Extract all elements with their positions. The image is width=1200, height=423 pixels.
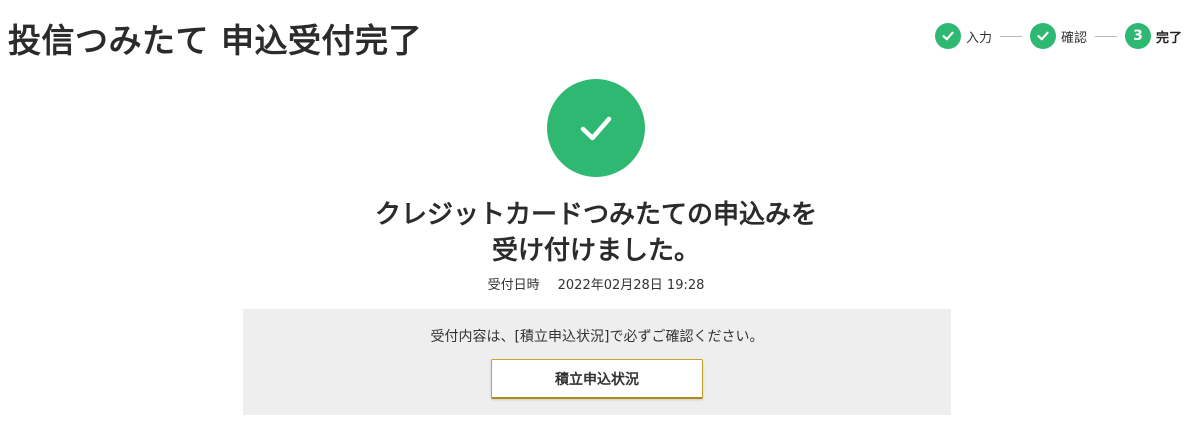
savings-application-status-button[interactable]: 積立申込状況 xyxy=(491,359,703,399)
step-confirm-check-icon xyxy=(1029,23,1056,49)
step-connector xyxy=(999,35,1022,37)
step-complete-number: 3 xyxy=(1133,28,1143,44)
step-input-check-icon xyxy=(934,23,961,49)
step-input-label: 入力 xyxy=(965,30,992,46)
page: 投信つみたて 申込受付完了 入力 確認 3 完了 クレジットカードつみたての申込… xyxy=(0,0,1200,423)
confirmation-notice-box: 受付内容は、[積立申込状況]で必ずご確認ください。 積立申込状況 xyxy=(243,309,951,415)
step-complete-label: 完了 xyxy=(1155,30,1182,46)
step-confirm-label: 確認 xyxy=(1060,30,1087,46)
confirmation-notice-text: 受付内容は、[積立申込状況]で必ずご確認ください。 xyxy=(430,329,764,345)
step-complete: 3 完了 xyxy=(1124,23,1182,49)
step-input: 入力 xyxy=(934,23,992,49)
step-confirm: 確認 xyxy=(1029,23,1087,49)
accepted-datetime: 受付日時 2022年02月28日 19:28 xyxy=(0,274,1192,293)
progress-stepper: 入力 確認 3 完了 xyxy=(934,23,1182,49)
accepted-datetime-label: 受付日時 xyxy=(487,278,540,293)
step-connector xyxy=(1094,35,1117,37)
completion-message-line2: 受け付けました。 xyxy=(491,236,700,266)
page-title: 投信つみたて 申込受付完了 xyxy=(8,21,422,60)
completion-message-line1: クレジットカードつみたての申込みを xyxy=(374,200,817,230)
step-complete-number-badge: 3 xyxy=(1124,23,1151,49)
success-check-icon xyxy=(547,79,645,177)
completion-message: クレジットカードつみたての申込みを 受け付けました。 xyxy=(0,197,1192,269)
accepted-datetime-value: 2022年02月28日 19:28 xyxy=(557,278,705,293)
